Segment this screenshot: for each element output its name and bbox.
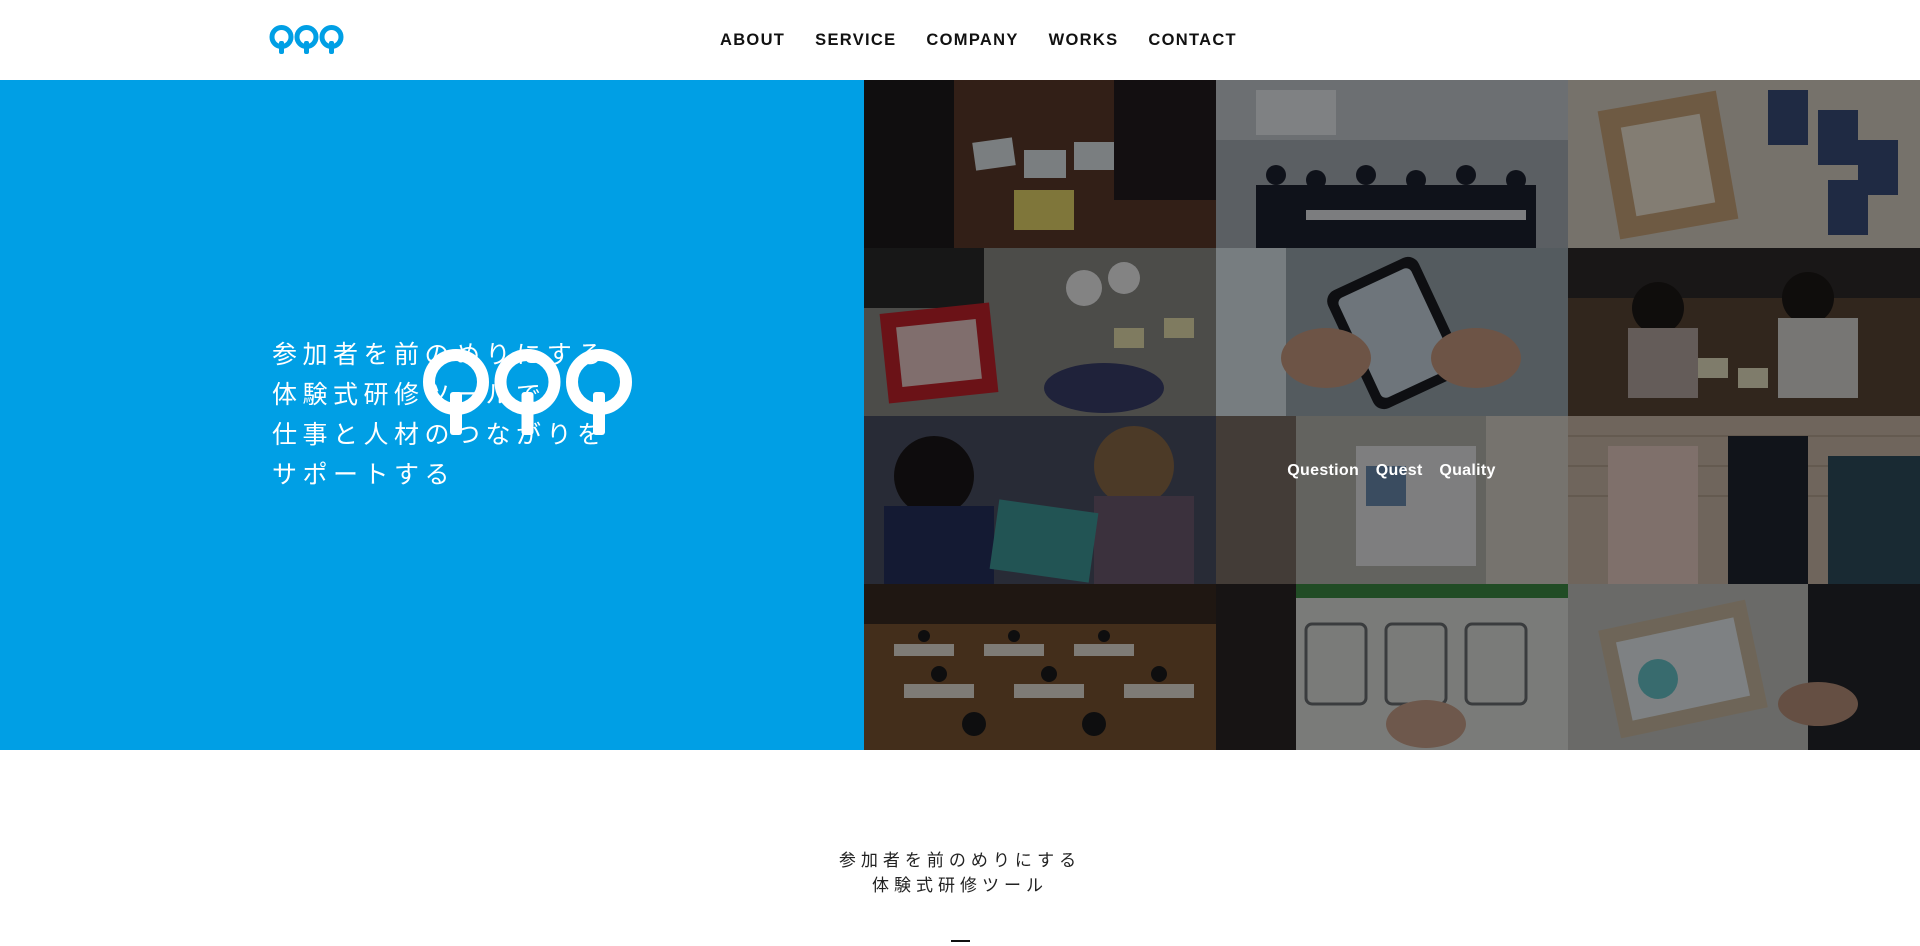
photo-overlay [864,80,1920,750]
intro-line: 体験式研修ツール [872,876,1048,896]
qqq-logo[interactable] [269,24,344,56]
nav-works-link[interactable]: WORKS [1049,31,1119,50]
hero-section: 参加者を前のめりにする 体験式研修ツールで 仕事と人材のつながりを サポートする [0,80,1920,750]
qqq-brand-mark [423,349,632,435]
site-header: ABOUT SERVICE COMPANY WORKS CONTACT [0,0,1920,80]
hero-copy-line: サポートする [272,460,456,489]
hero-photo-grid [864,80,1920,750]
main-nav: ABOUT SERVICE COMPANY WORKS CONTACT [720,0,1237,80]
intro-section: 参加者を前のめりにする 体験式研修ツール [0,750,1920,946]
intro-heading: 参加者を前のめりにする 体験式研修ツール [0,849,1920,899]
nav-company-link[interactable]: COMPANY [926,31,1018,50]
nav-about-link[interactable]: ABOUT [720,31,785,50]
nav-contact-link[interactable]: CONTACT [1148,31,1237,50]
nav-service-link[interactable]: SERVICE [815,31,896,50]
intro-line: 参加者を前のめりにする [838,851,1082,871]
section-divider [951,940,970,942]
brand-tagline: Question Quest Quality [1287,462,1496,479]
